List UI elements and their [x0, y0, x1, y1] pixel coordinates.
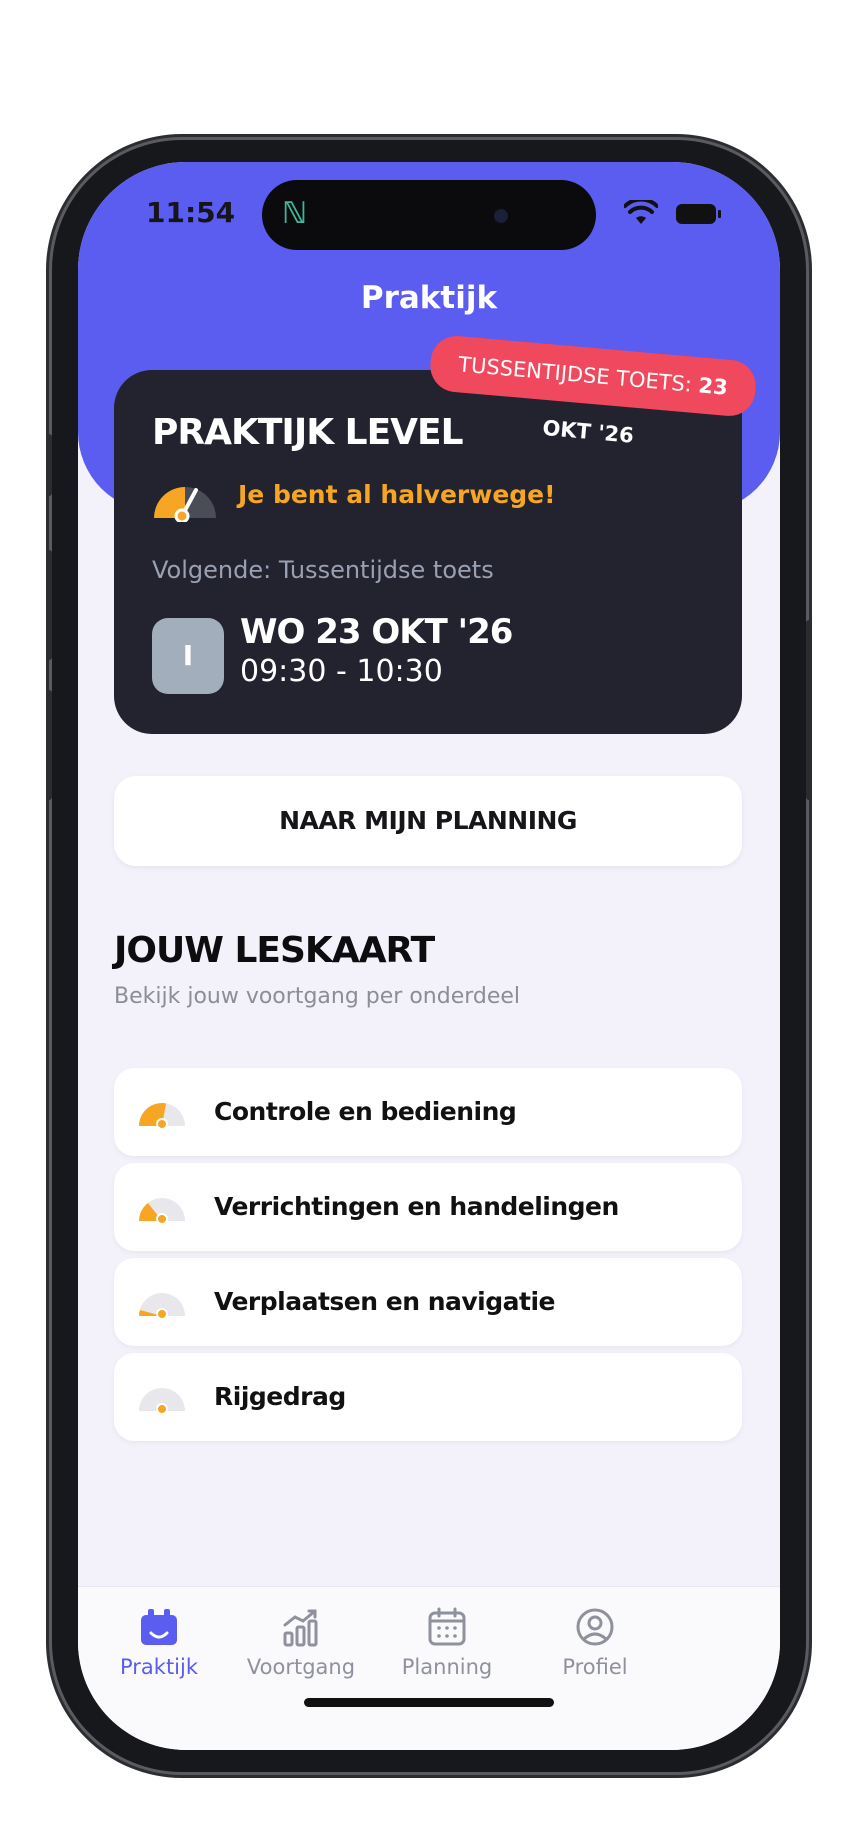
tab-bar: Praktijk Voortgang Planning Profiel: [78, 1586, 780, 1750]
lesson-item-rijgedrag[interactable]: Rijgedrag: [114, 1353, 742, 1441]
section-subtitle: Bekijk jouw voortgang per onderdeel: [114, 984, 521, 1009]
praktijk-icon: [141, 1609, 177, 1645]
phone-side-button: [46, 434, 52, 496]
app-activity-icon: ℕ: [282, 196, 308, 231]
tab-profiel[interactable]: Profiel: [510, 1607, 680, 1679]
lesson-item-verrichtingen[interactable]: Verrichtingen en handelingen: [114, 1163, 742, 1251]
gauge-icon: [139, 1103, 185, 1130]
gauge-icon: [139, 1293, 185, 1320]
page-title: Praktijk: [360, 280, 498, 316]
chart-icon: [283, 1609, 318, 1647]
phone-side-button: [46, 690, 52, 800]
tab-label: Voortgang: [246, 1655, 356, 1679]
appointment-date: WO 23 OKT '26: [240, 612, 513, 652]
tab-planning[interactable]: Planning: [362, 1607, 532, 1679]
gauge-icon: [139, 1388, 185, 1415]
lesson-item-label: Verrichtingen en handelingen: [214, 1192, 619, 1221]
lesson-item-label: Verplaatsen en navigatie: [214, 1287, 556, 1316]
progress-text: Je bent al halverwege!: [238, 480, 556, 509]
lesson-item-verplaatsen[interactable]: Verplaatsen en navigatie: [114, 1258, 742, 1346]
dynamic-island: ℕ: [262, 180, 596, 250]
tab-voortgang[interactable]: Voortgang: [216, 1607, 386, 1679]
wifi-icon: [624, 200, 658, 224]
exam-tag-prefix: TUSSENTIJDSE TOETS:: [457, 352, 693, 397]
appointment-time: 09:30 - 10:30: [240, 654, 443, 689]
camera-icon: [494, 209, 508, 223]
lesson-item-controle[interactable]: Controle en bediening: [114, 1068, 742, 1156]
next-appointment-label: Volgende: Tussentijdse toets: [152, 556, 494, 584]
lesson-item-label: Controle en bediening: [214, 1097, 517, 1126]
battery-icon: [676, 204, 721, 224]
level-card: PRAKTIJK LEVEL Je bent al halverwege! Vo…: [114, 370, 742, 734]
tab-label: Planning: [401, 1655, 493, 1679]
phone-side-button: [46, 550, 52, 660]
day-badge: I: [152, 618, 224, 694]
app-screen: 11:54 ℕ Praktijk PRAKTIJK LEVEL Je bent …: [78, 162, 780, 1750]
calendar-icon: [428, 1607, 466, 1646]
gauge-icon: [154, 487, 216, 522]
profile-icon: [576, 1608, 614, 1646]
home-indicator[interactable]: [304, 1698, 554, 1707]
status-time: 11:54: [146, 196, 236, 229]
section-title: JOUW LESKAART: [114, 930, 435, 971]
phone-side-button: [806, 620, 812, 800]
planning-button[interactable]: NAAR MIJN PLANNING: [114, 776, 742, 866]
level-title: PRAKTIJK LEVEL: [152, 412, 464, 453]
lesson-item-label: Rijgedrag: [214, 1382, 346, 1411]
gauge-icon: [139, 1198, 185, 1225]
tab-label: Profiel: [562, 1655, 628, 1679]
